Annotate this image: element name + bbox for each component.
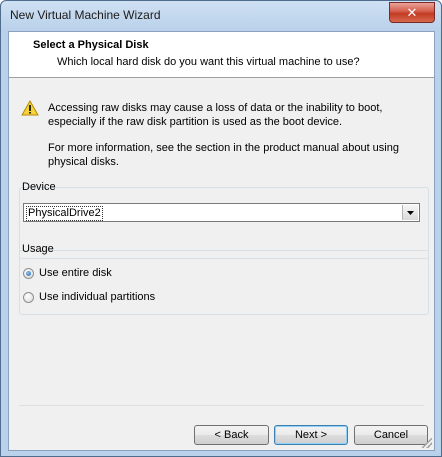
close-icon: ✕	[406, 4, 418, 20]
radio-label-partitions: Use individual partitions	[39, 291, 156, 303]
info-message: For more information, see the section in…	[48, 142, 399, 168]
back-button[interactable]: < Back	[194, 425, 269, 445]
device-label: Device	[22, 181, 56, 193]
radio-label-entire-disk: Use entire disk	[39, 267, 112, 279]
resize-grip-icon[interactable]	[422, 438, 432, 448]
footer-separator	[19, 405, 424, 407]
dropdown-button[interactable]	[402, 205, 418, 220]
chevron-down-icon	[407, 210, 414, 215]
warning-triangle-icon	[21, 100, 39, 116]
usage-label: Usage	[22, 243, 54, 255]
warning-message: Accessing raw disks may cause a loss of …	[48, 102, 383, 128]
device-selected-value: PhysicalDrive2	[26, 206, 103, 221]
close-button[interactable]: ✕	[389, 2, 435, 23]
wizard-body: Select a Physical Disk Which local hard …	[8, 31, 435, 451]
page-subtitle: Which local hard disk do you want this v…	[57, 56, 360, 68]
device-group	[19, 187, 429, 259]
device-dropdown[interactable]: PhysicalDrive2	[23, 203, 420, 222]
usage-group	[19, 250, 429, 315]
radio-use-individual-partitions[interactable]: Use individual partitions	[23, 290, 155, 304]
next-button[interactable]: Next >	[274, 425, 348, 445]
radio-use-entire-disk[interactable]: Use entire disk	[23, 266, 112, 280]
title-bar[interactable]: New Virtual Machine Wizard ✕	[1, 1, 441, 31]
page-title: Select a Physical Disk	[33, 39, 149, 51]
window-title: New Virtual Machine Wizard	[10, 8, 161, 22]
cancel-button[interactable]: Cancel	[354, 425, 428, 445]
wizard-header: Select a Physical Disk Which local hard …	[9, 32, 434, 78]
wizard-window: New Virtual Machine Wizard ✕ Select a Ph…	[0, 0, 442, 457]
radio-button-unchecked[interactable]	[23, 291, 34, 303]
radio-button-checked[interactable]	[23, 267, 34, 279]
